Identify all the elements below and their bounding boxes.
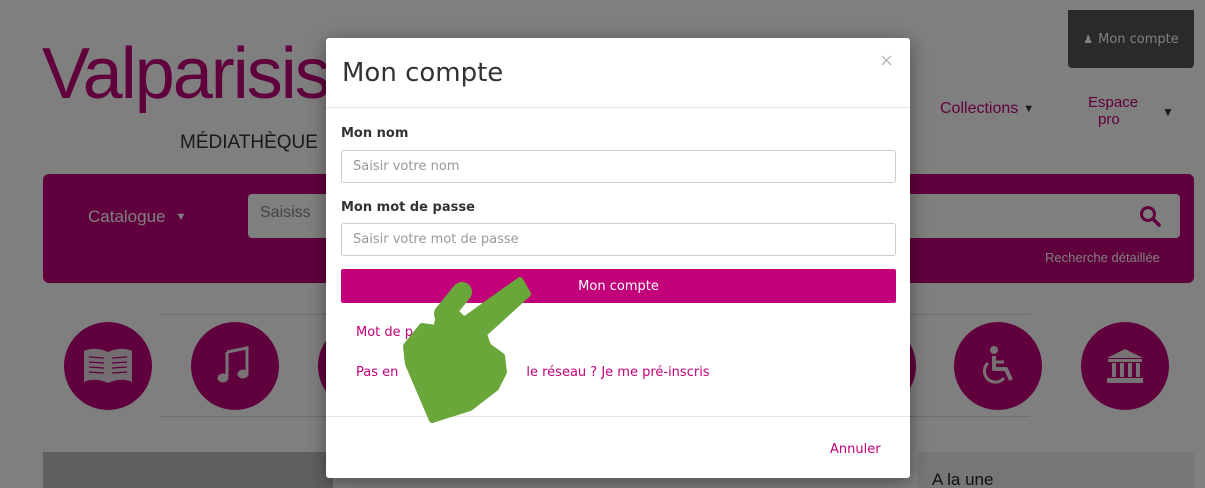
modal-header: Mon compte × <box>326 38 910 108</box>
register-link-end: le réseau ? Je me pré-inscris <box>526 365 710 380</box>
login-modal: Mon compte × Mon nom Mon mot de passe Mo… <box>326 38 910 478</box>
close-icon[interactable]: × <box>879 50 894 71</box>
modal-title: Mon compte <box>342 58 504 88</box>
name-label: Mon nom <box>341 126 409 141</box>
page: Valparisis MÉDIATHÈQUE ♟ Mon compte Coll… <box>0 0 1205 488</box>
name-input[interactable] <box>341 150 896 183</box>
register-link-start: Pas en <box>356 365 399 380</box>
cancel-button[interactable]: Annuler <box>830 442 881 457</box>
modal-footer: Annuler <box>326 416 910 478</box>
password-input[interactable] <box>341 223 896 256</box>
login-submit-button[interactable]: Mon compte <box>341 269 896 303</box>
forgot-password-link[interactable]: Mot de p <box>356 325 413 340</box>
password-label: Mon mot de passe <box>341 200 475 215</box>
register-link[interactable]: Pas en le réseau ? Je me pré-inscris <box>356 365 710 380</box>
